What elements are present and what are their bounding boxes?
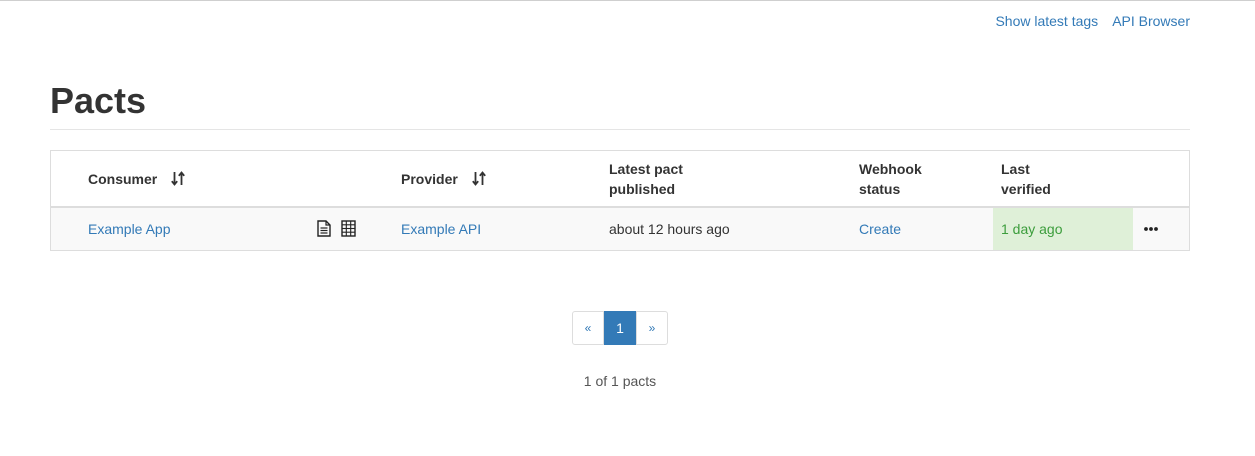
provider-link[interactable]: Example API (401, 221, 481, 237)
latest-pact-header-line2: published (609, 181, 676, 197)
pagination: « 1 » (572, 311, 668, 345)
last-verified-column-header: Last verified (1001, 159, 1051, 199)
document-icon[interactable] (317, 220, 331, 237)
more-options-icon[interactable] (1143, 225, 1159, 233)
verified-header-line2: verified (1001, 181, 1051, 197)
next-page-button[interactable]: » (636, 311, 668, 345)
top-navigation: Show latest tags API Browser (995, 12, 1190, 30)
pagination-summary: 1 of 1 pacts (583, 373, 657, 389)
create-webhook-link[interactable]: Create (859, 221, 901, 237)
webhook-header-line1: Webhook (859, 161, 922, 177)
consumer-link[interactable]: Example App (88, 221, 171, 237)
title-divider (50, 129, 1190, 130)
pact-document-link[interactable] (317, 220, 331, 240)
verified-header-line1: Last (1001, 161, 1030, 177)
provider-header-label: Provider (401, 171, 458, 187)
consumer-cell: Example App (88, 208, 171, 250)
webhook-header-line2: status (859, 181, 901, 197)
latest-pact-header-line1: Latest pact (609, 161, 683, 177)
table-header: Consumer Provider Latest pact published … (51, 151, 1189, 208)
webhook-status-column-header: Webhook status (859, 159, 922, 199)
webhook-status-cell: Create (859, 208, 901, 250)
pacts-table: Consumer Provider Latest pact published … (50, 150, 1190, 251)
current-page-button[interactable]: 1 (604, 311, 636, 345)
show-latest-tags-link[interactable]: Show latest tags (995, 12, 1098, 30)
consumer-header-label: Consumer (88, 171, 158, 187)
api-browser-link[interactable]: API Browser (1112, 12, 1190, 30)
provider-column-header[interactable]: Provider (401, 169, 486, 189)
latest-pact-published-cell: about 12 hours ago (609, 221, 730, 237)
sort-icon[interactable] (171, 171, 186, 186)
page-title: Pacts (50, 80, 147, 121)
consumer-column-header[interactable]: Consumer (88, 169, 186, 189)
last-verified-cell: 1 day ago (993, 208, 1133, 250)
row-actions-button[interactable] (1143, 220, 1159, 236)
sort-icon[interactable] (471, 171, 486, 186)
top-border (0, 0, 1255, 1)
matrix-icon[interactable] (341, 220, 356, 237)
previous-page-button[interactable]: « (572, 311, 604, 345)
latest-pact-column-header: Latest pact published (609, 159, 683, 199)
provider-cell: Example API (401, 208, 481, 250)
table-row: Example App Example API about 12 hours a… (51, 208, 1189, 250)
matrix-link[interactable] (341, 220, 356, 240)
